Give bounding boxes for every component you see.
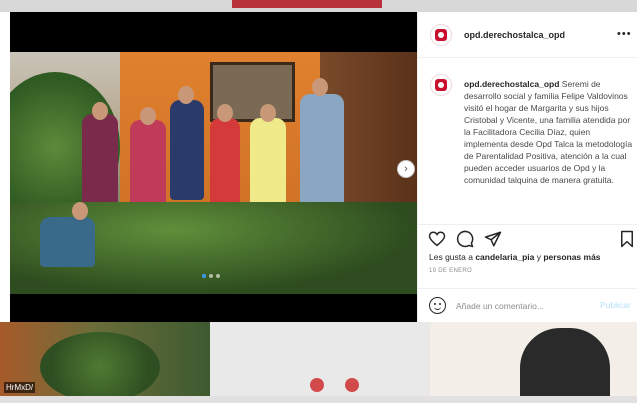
background-person (520, 328, 610, 403)
caption-text: Seremi de desarrollo social y familia Fe… (464, 79, 633, 185)
post-side-panel: opd.derechostalca_opd ••• opd.derechosta… (417, 12, 637, 322)
background-label: HrMxD/ (4, 382, 36, 393)
background-illustration (430, 322, 637, 403)
caption-username[interactable]: opd.derechostalca_opd (464, 79, 559, 89)
carousel-next-icon[interactable]: › (397, 160, 415, 178)
call-button (345, 378, 359, 392)
caption-avatar[interactable] (430, 74, 452, 96)
comment-input[interactable] (456, 298, 586, 314)
carousel-dot (209, 274, 213, 278)
emoji-icon[interactable] (429, 297, 446, 314)
photo-person-head (92, 102, 108, 120)
likes-suffix: y (534, 252, 544, 262)
background-plant (40, 332, 160, 402)
photo-person-head (72, 202, 88, 220)
photo-person-head (312, 78, 328, 96)
carousel-dots (202, 274, 220, 278)
photo-person-head (178, 86, 194, 104)
heart-icon[interactable] (428, 230, 446, 248)
likes-prefix: Les gusta a (429, 252, 476, 262)
share-icon[interactable] (484, 230, 502, 248)
comment-bar: Publicar (418, 288, 637, 322)
background-top-strip (0, 0, 637, 12)
background-accent (232, 0, 382, 8)
profile-logo-icon (435, 29, 447, 41)
profile-logo-icon (435, 79, 447, 91)
post-actions (418, 224, 637, 250)
post-username[interactable]: opd.derechostalca_opd (464, 30, 565, 40)
photo-child (40, 217, 95, 267)
profile-avatar[interactable] (430, 24, 452, 46)
photo-person-head (260, 104, 276, 122)
post-caption: opd.derechostalca_opd Seremi de desarrol… (464, 78, 634, 186)
background-call-area (210, 322, 630, 403)
bookmark-icon[interactable] (618, 230, 636, 248)
post-date[interactable]: 19 DE ENERO (429, 268, 472, 274)
post-header: opd.derechostalca_opd ••• (418, 12, 637, 58)
likes-more-link[interactable]: personas más (543, 252, 600, 262)
publish-button[interactable]: Publicar (600, 300, 631, 310)
comment-icon[interactable] (456, 230, 474, 248)
photo-person (170, 100, 204, 200)
post-image-area[interactable]: › (10, 12, 417, 322)
likes-user-link[interactable]: candelaria_pia (475, 252, 534, 262)
background-bottom-bar (0, 396, 637, 403)
carousel-dot (216, 274, 220, 278)
photo-person-head (217, 104, 233, 122)
more-options-icon[interactable]: ••• (617, 28, 632, 40)
likes-text: Les gusta a candelaria_pia y personas má… (429, 252, 601, 262)
call-button (310, 378, 324, 392)
post-photo[interactable] (10, 52, 417, 294)
background-video-frame: HrMxD/ (0, 322, 637, 403)
carousel-dot (202, 274, 206, 278)
photo-person-head (140, 107, 156, 125)
